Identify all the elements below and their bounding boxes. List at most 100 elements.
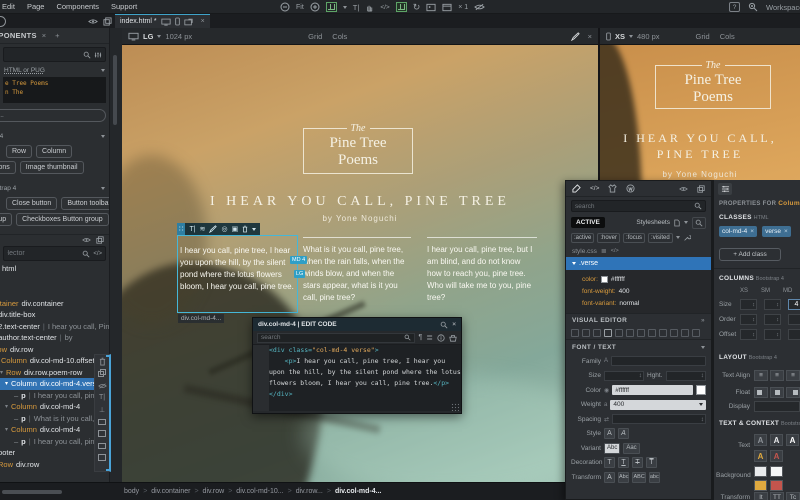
- remove-class-icon[interactable]: ×: [750, 228, 754, 235]
- duplicate-panel-icon[interactable]: [96, 235, 104, 244]
- menu-item-support[interactable]: Support: [111, 2, 137, 11]
- column-stepper[interactable]: ↕: [764, 329, 781, 340]
- text-muted-button[interactable]: A: [754, 434, 767, 446]
- display-select[interactable]: [754, 401, 800, 412]
- column-stepper[interactable]: ↕: [764, 299, 781, 310]
- float-none-button[interactable]: [770, 387, 784, 398]
- text-danger-button[interactable]: A: [770, 450, 783, 462]
- wrap-lines-icon[interactable]: ≣: [426, 333, 433, 342]
- insert-icon[interactable]: ▣: [232, 225, 239, 233]
- ve-icon[interactable]: [692, 329, 700, 337]
- layout-b-icon[interactable]: [97, 428, 108, 439]
- edit-pencil-icon[interactable]: [570, 31, 580, 41]
- color-swatch[interactable]: [696, 385, 706, 396]
- duplicate-panel-icon[interactable]: [697, 184, 705, 193]
- components-search[interactable]: [3, 47, 106, 62]
- height-stepper[interactable]: ↕: [665, 370, 706, 381]
- tree-item[interactable]: html: [0, 263, 109, 275]
- code-content[interactable]: 1 ▾<div class="col-md-4 verse">2 ▾ <p>I …: [269, 345, 461, 411]
- active-tab[interactable]: ACTIVE: [571, 217, 605, 228]
- lg-page-view[interactable]: The Pine Tree Poems I HEAR YOU CALL, PIN…: [122, 45, 598, 482]
- brush-tab-icon[interactable]: [572, 184, 581, 193]
- tab-index-html[interactable]: index.html * ×: [115, 14, 210, 28]
- page-heading[interactable]: I HEAR YOU CALL, PINE TREE: [122, 194, 598, 210]
- close-view-icon[interactable]: ×: [588, 32, 592, 41]
- search-tools-icon[interactable]: [440, 321, 448, 329]
- component-button-buttons[interactable]: Buttons: [0, 161, 16, 174]
- ve-icon[interactable]: [615, 329, 623, 337]
- zoom-out-icon[interactable]: [280, 2, 290, 12]
- desktop-icon[interactable]: [160, 18, 171, 26]
- trash-icon[interactable]: [242, 225, 248, 233]
- float-right-button[interactable]: [786, 387, 800, 398]
- breadcrumb-item[interactable]: div.row...: [296, 488, 323, 495]
- tree-item[interactable]: [0, 286, 109, 298]
- selection-outline[interactable]: [177, 235, 298, 313]
- tree-item[interactable]: [0, 275, 109, 287]
- transform-cap-button[interactable]: Abc: [618, 471, 630, 483]
- style-italic-button[interactable]: A: [618, 428, 629, 440]
- text-bright-button[interactable]: A: [786, 434, 799, 446]
- ve-icon[interactable]: [582, 329, 590, 337]
- tree-search[interactable]: Selector </>: [3, 246, 106, 261]
- bg-light-swatch[interactable]: [754, 466, 767, 477]
- selector-search-input[interactable]: Selector: [7, 250, 79, 257]
- pilcrow-icon[interactable]: ¶: [419, 334, 423, 341]
- transform-upper-button[interactable]: TT: [770, 492, 784, 500]
- tree-expand-icon[interactable]: ▾: [5, 426, 8, 433]
- tree-item[interactable]: ▾Columndiv.col-md-10.offset-md-: [0, 355, 109, 367]
- text-warning-button[interactable]: A: [754, 450, 767, 462]
- badge-md4[interactable]: MD 4: [290, 256, 308, 264]
- ve-icon[interactable]: [604, 329, 612, 337]
- md-size-value[interactable]: 4: [788, 299, 800, 310]
- tab-close-icon[interactable]: ×: [201, 18, 205, 25]
- zoom-fit-button[interactable]: Fit: [296, 4, 304, 11]
- page-byline[interactable]: by Yone Noguchi: [600, 170, 800, 179]
- code-line[interactable]: 2 ▾ <p>I hear you call, pine tree, I hea…: [269, 356, 461, 389]
- tree-item[interactable]: p.author.text-center|by: [0, 332, 109, 344]
- ve-icon[interactable]: [626, 329, 634, 337]
- workspace-button[interactable]: Workspace: [766, 3, 800, 12]
- tab-components[interactable]: COMPONENTS: [0, 31, 37, 40]
- font-text-header[interactable]: FONT / TEXT: [566, 340, 711, 354]
- add-class-button[interactable]: + Add class: [719, 248, 781, 261]
- transform-cap-button[interactable]: Tc: [786, 492, 800, 500]
- code-tool-icon[interactable]: </>: [380, 4, 389, 11]
- ve-icon[interactable]: [648, 329, 656, 337]
- section-html-pug[interactable]: HTML or PUG: [0, 64, 109, 76]
- zoom-search-icon[interactable]: [748, 2, 758, 12]
- code-line[interactable]: 1 ▾<div class="col-md-4 verse">: [269, 345, 461, 356]
- tree-item[interactable]: – p | What is it you call,...: [0, 413, 109, 425]
- drag-grip-icon[interactable]: ∷: [177, 223, 186, 235]
- page-byline[interactable]: by Yone Noguchi: [122, 214, 598, 223]
- eye-icon[interactable]: [88, 17, 98, 26]
- ve-icon[interactable]: [637, 329, 645, 337]
- decoration-strike-button[interactable]: T: [632, 457, 643, 469]
- stylesheets-label[interactable]: Stylesheets: [636, 219, 670, 226]
- bg-danger-swatch[interactable]: [770, 480, 783, 491]
- column-stepper[interactable]: ↕: [788, 314, 800, 325]
- breadcrumb-item[interactable]: div.container: [151, 488, 190, 495]
- component-button-row[interactable]: Row: [6, 145, 33, 158]
- ve-icon[interactable]: [670, 329, 678, 337]
- eye-icon[interactable]: [679, 186, 688, 192]
- chevron-down-icon[interactable]: [629, 34, 634, 38]
- css-prop-font-weight[interactable]: font-weight: 400: [582, 285, 711, 297]
- code-icon[interactable]: </>: [611, 248, 619, 254]
- style-normal-button[interactable]: A: [604, 428, 615, 440]
- column-stepper[interactable]: ↕: [788, 329, 800, 340]
- close-icon[interactable]: ×: [452, 321, 456, 328]
- breadcrumb-item[interactable]: div.row: [203, 488, 225, 495]
- tree-expand-icon[interactable]: ▾: [0, 369, 3, 376]
- breadcrumb-item[interactable]: div.col-md-10...: [236, 488, 283, 495]
- code-filter-icon[interactable]: </>: [93, 251, 102, 257]
- tree-item[interactable]: h2.text-center|I hear you call, Pin...: [0, 321, 109, 333]
- verse-column-2[interactable]: What is it you call, pine tree, when the…: [303, 237, 411, 304]
- sidebar-scrollbar[interactable]: [113, 55, 117, 125]
- text-white-button[interactable]: A: [770, 434, 783, 446]
- badge-lg[interactable]: LG: [294, 270, 306, 278]
- variant-smallcaps-button[interactable]: Aac: [623, 442, 640, 454]
- component-button-button-toolbar[interactable]: Button toolbar: [61, 197, 109, 210]
- chevron-down-icon[interactable]: [684, 221, 688, 224]
- tree-item[interactable]: footer: [0, 447, 109, 459]
